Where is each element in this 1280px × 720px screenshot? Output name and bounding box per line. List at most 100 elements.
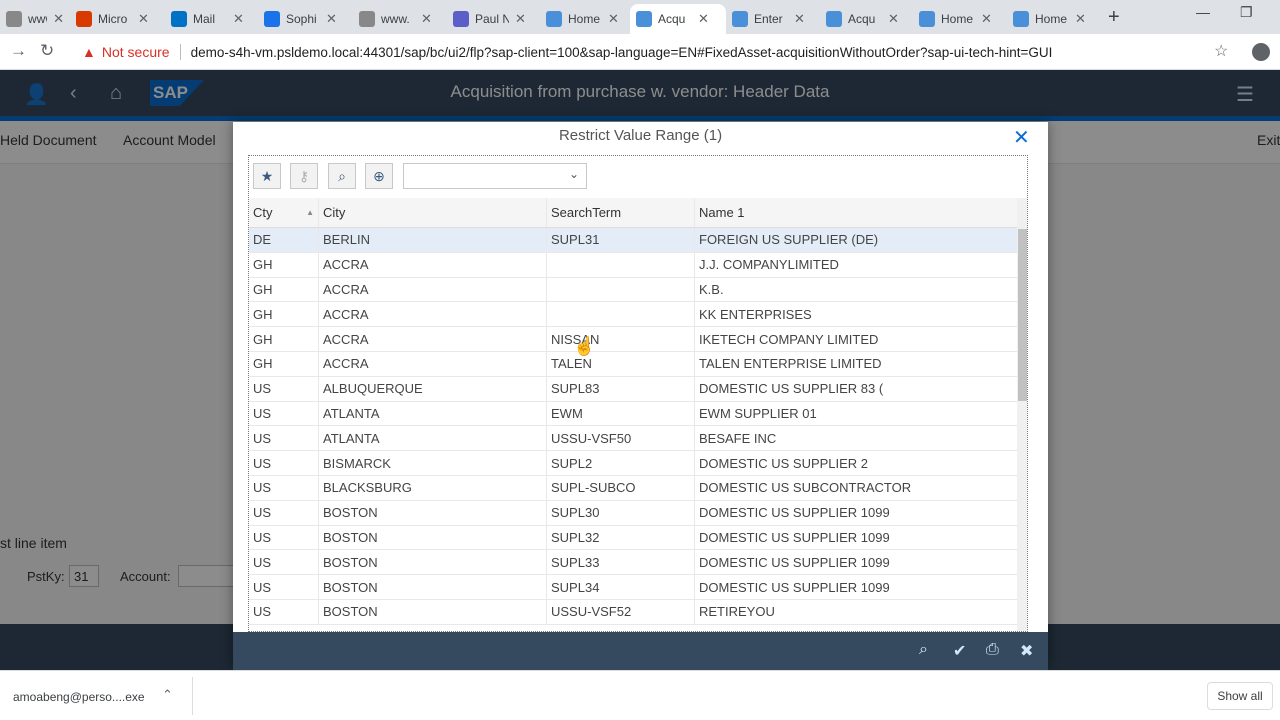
table-cell-cty: US <box>249 376 319 401</box>
show-all-button[interactable]: Show all <box>1207 682 1273 710</box>
download-item[interactable]: amoabeng@perso....exe <box>13 690 145 704</box>
table-cell-city: BISMARCK <box>319 451 547 475</box>
tab-close-icon[interactable]: ✕ <box>794 11 805 27</box>
table-row[interactable]: US ATLANTA EWM EWM SUPPLIER 01 <box>249 401 1017 427</box>
favorite-add-icon[interactable]: ★ <box>253 163 281 189</box>
tab-close-icon[interactable]: ✕ <box>1075 11 1086 27</box>
table-cell-cty: GH <box>249 351 319 376</box>
browser-nav-bar: → ↻ ▲ Not secure demo-s4h-vm.psldemo.loc… <box>0 34 1280 70</box>
column-header-name1[interactable]: Name 1 <box>695 198 1017 227</box>
table-cell-cty: US <box>249 550 319 575</box>
browser-tab[interactable]: Sophi ✕ <box>258 4 353 34</box>
download-bar: amoabeng@perso....exe ⌃ Show all <box>0 670 1280 720</box>
tab-close-icon[interactable]: ✕ <box>233 11 244 27</box>
tab-close-icon[interactable]: ✕ <box>515 11 526 27</box>
table-row[interactable]: US BOSTON SUPL34 DOMESTIC US SUPPLIER 1099 <box>249 575 1017 600</box>
browser-tab[interactable]: Enter ✕ <box>726 4 820 34</box>
table-row[interactable]: US BISMARCK SUPL2 DOMESTIC US SUPPLIER 2 <box>249 451 1017 476</box>
search-more-icon[interactable]: ⊕ <box>365 163 393 189</box>
table-row[interactable]: US ATLANTA USSU-VSF50 BESAFE INC <box>249 426 1017 452</box>
table-cell-cty: US <box>249 475 319 500</box>
table-cell-name: DOMESTIC US SUPPLIER 1099 <box>699 554 890 570</box>
print-icon[interactable]: ⎙ <box>986 641 999 659</box>
table-cell-city: ALBUQUERQUE <box>319 376 547 401</box>
table-cell-city: ACCRA <box>319 351 547 376</box>
vertical-scrollbar[interactable] <box>1017 198 1027 631</box>
table-row[interactable]: US BOSTON SUPL32 DOMESTIC US SUPPLIER 1099 <box>249 525 1017 551</box>
tab-title: www. <box>28 12 47 26</box>
scrollbar-thumb[interactable] <box>1018 229 1027 401</box>
browser-tab[interactable]: Home ✕ <box>913 4 1007 34</box>
sap-icon <box>826 11 842 27</box>
tab-close-icon[interactable]: ✕ <box>421 11 432 27</box>
table-row[interactable]: GH ACCRA TALEN TALEN ENTERPRISE LIMITED <box>249 351 1017 377</box>
office-icon <box>76 11 92 27</box>
key-icon[interactable]: ⚷ <box>290 163 318 189</box>
cancel-icon[interactable]: ✖ <box>1020 641 1033 661</box>
browser-tab[interactable]: Micro ✕ <box>70 4 165 34</box>
bookmark-star-icon[interactable]: ☆ <box>1214 41 1228 61</box>
table-cell-cty: GH <box>249 302 319 327</box>
table-cell-city: BERLIN <box>319 228 547 252</box>
new-tab-button[interactable]: + <box>1108 6 1120 29</box>
table-row[interactable]: US ALBUQUERQUE SUPL83 DOMESTIC US SUPPLIER … <box>249 376 1017 402</box>
column-header-searchterm[interactable]: SearchTerm <box>547 198 695 227</box>
table-row[interactable]: US BOSTON SUPL30 DOMESTIC US SUPPLIER 1099 <box>249 500 1017 526</box>
globe-icon <box>359 11 375 27</box>
browser-tab[interactable]: Home ✕ <box>1007 4 1101 34</box>
close-icon[interactable]: ✕ <box>1013 125 1030 150</box>
table-cell-search: SUPL31 <box>547 228 695 252</box>
restore-icon[interactable]: ❐ <box>1240 4 1253 21</box>
table-cell-name: DOMESTIC US SUPPLIER 1099 <box>699 505 890 521</box>
tab-close-icon[interactable]: ✕ <box>326 11 337 27</box>
confirm-check-icon[interactable]: ✔ <box>953 641 966 661</box>
address-bar[interactable]: ▲ Not secure demo-s4h-vm.psldemo.local:4… <box>70 39 1240 65</box>
table-row[interactable]: GH ACCRA J.J. COMPANYLIMITED <box>249 252 1017 278</box>
chevron-up-icon[interactable]: ⌃ <box>162 687 173 703</box>
profile-avatar[interactable] <box>1252 43 1270 61</box>
table-row[interactable]: US BOSTON SUPL33 DOMESTIC US SUPPLIER 1099 <box>249 550 1017 576</box>
tab-close-icon[interactable]: ✕ <box>608 11 619 27</box>
table-cell-search <box>547 252 695 277</box>
table-row[interactable]: GH ACCRA KK ENTERPRISES <box>249 302 1017 328</box>
tab-close-icon[interactable]: ✕ <box>698 11 709 27</box>
browser-tab[interactable]: Paul N ✕ <box>447 4 540 34</box>
browser-tab[interactable]: www. ✕ <box>0 4 70 34</box>
browser-tab[interactable]: Mail ✕ <box>165 4 258 34</box>
layout-select[interactable]: ⌄ <box>403 163 587 189</box>
browser-tab[interactable]: Home ✕ <box>540 4 630 34</box>
browser-tab[interactable]: Acqu ✕ <box>630 4 726 34</box>
sap-icon <box>1013 11 1029 27</box>
find-icon[interactable]: ⌕ <box>919 641 928 659</box>
sap-icon <box>732 11 748 27</box>
table-row[interactable]: US BOSTON USSU-VSF52 RETIREYOU <box>249 599 1017 625</box>
tab-close-icon[interactable]: ✕ <box>53 11 64 27</box>
back-arrow-icon[interactable]: → <box>10 41 27 61</box>
search-icon[interactable]: ⌕ <box>328 163 356 189</box>
table-row[interactable]: GH ACCRA K.B. <box>249 277 1017 303</box>
table-cell-city: ACCRA <box>319 327 547 351</box>
table-cell-search: SUPL33 <box>547 550 695 575</box>
table-row[interactable]: DE BERLIN SUPL31 FOREIGN US SUPPLIER (DE) <box>249 228 1017 253</box>
minimize-icon[interactable]: — <box>1196 4 1210 20</box>
table-cell-cty: GH <box>249 277 319 302</box>
tab-close-icon[interactable]: ✕ <box>981 11 992 27</box>
not-secure-label[interactable]: Not secure <box>102 44 170 60</box>
table-cell-search: USSU-VSF50 <box>547 426 695 451</box>
tab-close-icon[interactable]: ✕ <box>138 11 149 27</box>
table-row[interactable]: US BLACKSBURG SUPL-SUBCO DOMESTIC US SUBCON… <box>249 475 1017 501</box>
table-cell-cty: US <box>249 599 319 624</box>
column-header-cty[interactable]: Cty ▲ <box>249 198 319 227</box>
table-cell-cty: DE <box>249 228 319 252</box>
url-text[interactable]: demo-s4h-vm.psldemo.local:44301/sap/bc/u… <box>191 45 1053 60</box>
column-header-city[interactable]: City <box>319 198 547 227</box>
reload-icon[interactable]: ↻ <box>40 41 54 61</box>
tab-title: Acqu <box>848 12 876 26</box>
table-cell-name: RETIREYOU <box>699 604 775 620</box>
table-cell-city: BOSTON <box>319 575 547 599</box>
table-cell-city: BLACKSBURG <box>319 475 547 500</box>
table-row[interactable]: GH ACCRA NISSAN IKETECH COMPANY LIMITED <box>249 327 1017 352</box>
tab-close-icon[interactable]: ✕ <box>888 11 899 27</box>
browser-tab[interactable]: www. ✕ <box>353 4 447 34</box>
browser-tab[interactable]: Acqu ✕ <box>820 4 913 34</box>
